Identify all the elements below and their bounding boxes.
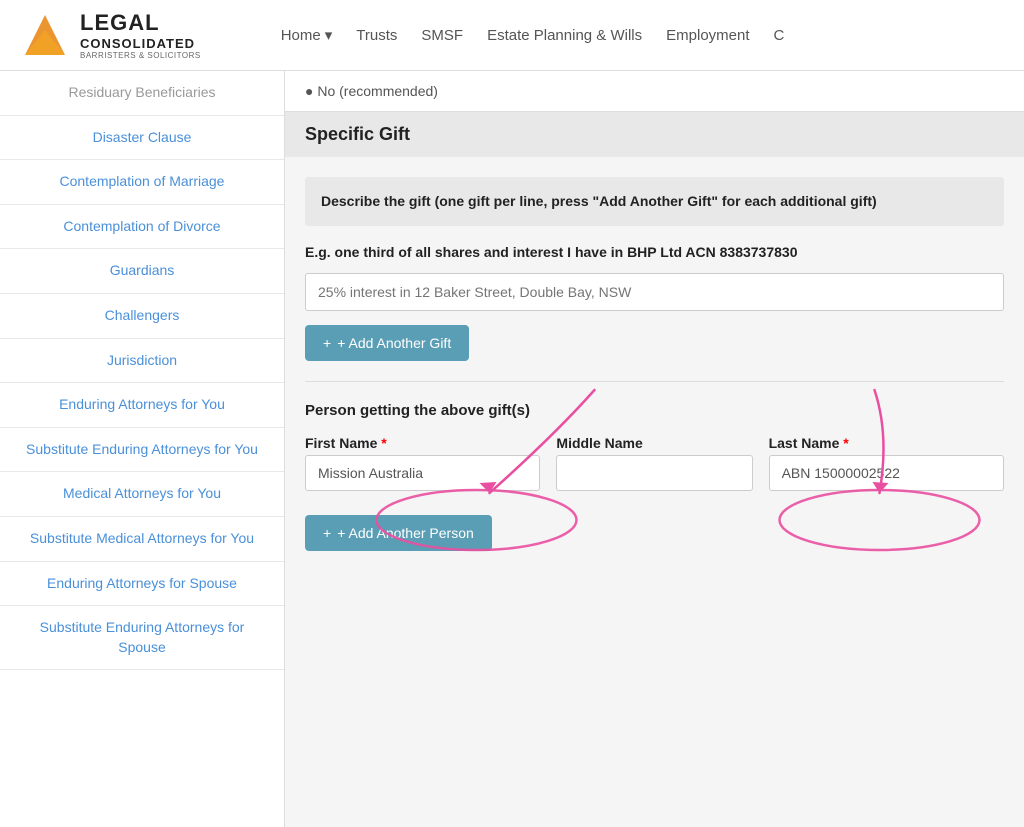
add-another-gift-button[interactable]: + + Add Another Gift — [305, 325, 469, 361]
logo-text: LEGAL CONSOLIDATED BARRISTERS & SOLICITO… — [80, 10, 201, 60]
first-name-label: First Name * — [305, 435, 540, 451]
gift-description-box: Describe the gift (one gift per line, pr… — [305, 177, 1004, 226]
header: LEGAL CONSOLIDATED BARRISTERS & SOLICITO… — [0, 0, 1024, 71]
last-name-required-star: * — [843, 435, 848, 451]
sidebar-item-enduring-attorneys-you[interactable]: Enduring Attorneys for You — [0, 383, 284, 428]
sidebar-item-enduring-attorneys-spouse[interactable]: Enduring Attorneys for Spouse — [0, 562, 284, 607]
sidebar: Residuary Beneficiaries Disaster Clause … — [0, 71, 285, 827]
no-recommended-text: ● No (recommended) — [305, 83, 438, 99]
logo-sub-text: BARRISTERS & SOLICITORS — [80, 51, 201, 60]
sidebar-item-contemplation-of-marriage[interactable]: Contemplation of Marriage — [0, 160, 284, 205]
middle-name-group: Middle Name — [556, 435, 752, 491]
sidebar-item-substitute-medical-attorneys-you[interactable]: Substitute Medical Attorneys for You — [0, 517, 284, 562]
page-layout: Residuary Beneficiaries Disaster Clause … — [0, 71, 1024, 827]
sidebar-item-residuary-beneficiaries[interactable]: Residuary Beneficiaries — [0, 71, 284, 116]
chevron-down-icon: ▾ — [325, 26, 333, 44]
person-section-title: Person getting the above gift(s) — [305, 402, 1004, 419]
sidebar-item-guardians[interactable]: Guardians — [0, 249, 284, 294]
logo-icon — [20, 10, 70, 60]
sidebar-item-challengers[interactable]: Challengers — [0, 294, 284, 339]
person-form-row: First Name * Middle Name — [305, 435, 1004, 491]
sidebar-item-substitute-enduring-attorneys-you[interactable]: Substitute Enduring Attorneys for You — [0, 428, 284, 473]
main-nav: Home ▾ Trusts SMSF Estate Planning & Wil… — [281, 26, 785, 44]
plus-icon-person: + — [323, 525, 331, 541]
add-another-person-button[interactable]: + + Add Another Person — [305, 515, 492, 551]
top-bar: ● No (recommended) — [285, 71, 1024, 112]
logo-consolidated-text: CONSOLIDATED — [80, 36, 201, 51]
first-name-group: First Name * — [305, 435, 540, 491]
nav-smsf[interactable]: SMSF — [421, 27, 463, 44]
nav-employment[interactable]: Employment — [666, 27, 749, 44]
first-name-required-star: * — [381, 435, 386, 451]
logo-legal-text: LEGAL — [80, 10, 201, 36]
form-fields-container: First Name * Middle Name — [305, 435, 1004, 491]
first-name-input[interactable] — [305, 455, 540, 491]
logo-area: LEGAL CONSOLIDATED BARRISTERS & SOLICITO… — [20, 10, 201, 60]
nav-trusts[interactable]: Trusts — [356, 27, 397, 44]
sidebar-item-substitute-enduring-attorneys-spouse[interactable]: Substitute Enduring Attorneys for Spouse — [0, 606, 284, 670]
last-name-label: Last Name * — [769, 435, 1004, 451]
gift-description-input[interactable] — [305, 273, 1004, 311]
last-name-group: Last Name * — [769, 435, 1004, 491]
sidebar-item-contemplation-of-divorce[interactable]: Contemplation of Divorce — [0, 205, 284, 250]
nav-more[interactable]: C — [774, 27, 785, 44]
sidebar-item-disaster-clause[interactable]: Disaster Clause — [0, 116, 284, 161]
last-name-input[interactable] — [769, 455, 1004, 491]
nav-estate-planning[interactable]: Estate Planning & Wills — [487, 27, 642, 44]
plus-icon: + — [323, 335, 331, 351]
sidebar-item-medical-attorneys-you[interactable]: Medical Attorneys for You — [0, 472, 284, 517]
divider — [305, 381, 1004, 382]
specific-gift-section-title: Specific Gift — [285, 112, 1024, 157]
main-content: ● No (recommended) Specific Gift Describ… — [285, 71, 1024, 827]
example-text: E.g. one third of all shares and interes… — [305, 242, 1004, 263]
middle-name-input[interactable] — [556, 455, 752, 491]
sidebar-item-jurisdiction[interactable]: Jurisdiction — [0, 339, 284, 384]
nav-home[interactable]: Home ▾ — [281, 26, 333, 44]
middle-name-label: Middle Name — [556, 435, 752, 451]
content-area: Describe the gift (one gift per line, pr… — [285, 157, 1024, 571]
